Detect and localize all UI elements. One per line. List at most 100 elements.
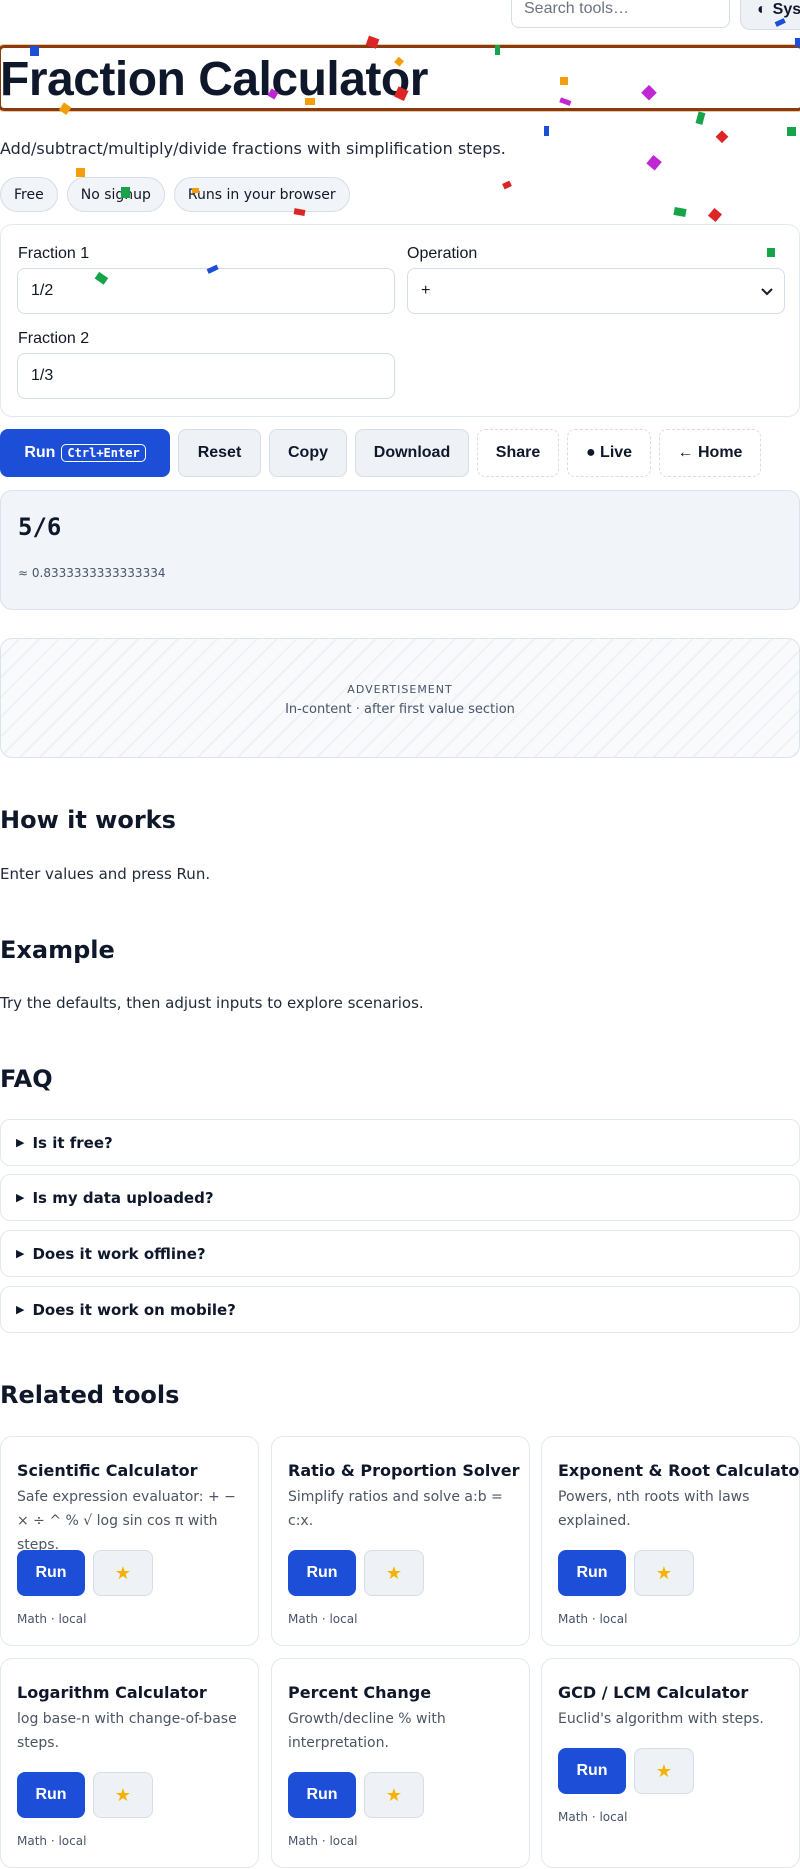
fraction2-input[interactable]: 1/3 (17, 353, 395, 399)
tool-run-button[interactable]: Run (558, 1550, 626, 1596)
tool-run-button[interactable]: Run (558, 1748, 626, 1794)
tool-run-button[interactable]: Run (17, 1550, 85, 1596)
tool-meta: Math · local (17, 1612, 87, 1626)
page-subtitle: Add/subtract/multiply/divide fractions w… (0, 139, 506, 158)
download-button[interactable]: Download (355, 429, 469, 477)
ad-label: ADVERTISEMENT (347, 683, 453, 696)
top-bar: ◐ System (0, 0, 800, 30)
faq-question: Is it free? (32, 1133, 113, 1152)
tool-title: Logarithm Calculator (17, 1683, 207, 1702)
tool-run-button[interactable]: Run (288, 1550, 356, 1596)
tool-meta: Math · local (17, 1834, 87, 1848)
tool-meta: Math · local (558, 1810, 628, 1824)
how-it-works-text: Enter values and press Run. (0, 865, 211, 883)
faq-heading: FAQ (0, 1065, 53, 1093)
half-circle-icon: ◐ (757, 1, 767, 18)
live-toggle-button[interactable]: ● Live (567, 429, 651, 477)
how-it-works-heading: How it works (0, 806, 176, 834)
faq-item[interactable]: ▶ Is my data uploaded? (0, 1174, 800, 1221)
confetti-piece (707, 207, 723, 223)
search-input[interactable] (511, 0, 730, 28)
favorite-star-button[interactable]: ★ (634, 1550, 694, 1596)
tool-title: Scientific Calculator (17, 1461, 198, 1480)
tool-description: Safe expression evaluator: + − × ÷ ^ % √… (17, 1489, 236, 1553)
operation-select[interactable]: + (407, 268, 785, 314)
example-text: Try the defaults, then adjust inputs to … (0, 994, 424, 1012)
star-icon: ★ (114, 1784, 132, 1806)
example-heading: Example (0, 936, 115, 964)
tool-title: GCD / LCM Calculator (558, 1683, 749, 1702)
faq-item[interactable]: ▶ Does it work on mobile? (0, 1286, 800, 1333)
home-button[interactable]: ← Home (659, 429, 761, 477)
confetti-piece (646, 154, 662, 171)
confetti-piece (76, 168, 85, 177)
chevron-down-icon (761, 288, 773, 296)
page-title: Fraction Calculator (0, 53, 428, 106)
confetti-piece (544, 126, 549, 136)
confetti-piece (502, 180, 512, 190)
star-icon: ★ (385, 1784, 403, 1806)
related-tool-card: Percent Change Growth/decline % with int… (271, 1658, 530, 1868)
action-toolbar: Run Ctrl+Enter Reset Copy Download Share… (0, 429, 761, 477)
tool-meta: Math · local (288, 1834, 358, 1848)
fraction1-label: Fraction 1 (18, 245, 90, 262)
tool-run-button[interactable]: Run (17, 1772, 85, 1818)
triangle-right-icon: ▶ (16, 1191, 25, 1204)
share-button[interactable]: Share (477, 429, 559, 477)
tool-description: Powers, nth roots with laws explained. (558, 1489, 750, 1529)
related-tool-card: Exponent & Root Calculator Powers, nth r… (541, 1436, 800, 1646)
result-approx: ≈ 0.8333333333333334 (18, 566, 166, 580)
star-icon: ★ (655, 1760, 673, 1782)
reset-button[interactable]: Reset (178, 429, 261, 477)
tool-title: Exponent & Root Calculator (558, 1461, 800, 1480)
result-value: 5/6 (18, 513, 62, 541)
run-button-label: Run (24, 444, 56, 461)
confetti-piece (715, 130, 729, 144)
chip-free: Free (0, 177, 58, 212)
related-tools-heading: Related tools (0, 1381, 180, 1409)
related-tool-card: GCD / LCM Calculator Euclid's algorithm … (541, 1658, 800, 1868)
fraction1-input[interactable]: 1/2 (17, 268, 395, 314)
favorite-star-button[interactable]: ★ (634, 1748, 694, 1794)
run-button[interactable]: Run Ctrl+Enter (0, 429, 170, 477)
faq-question: Does it work offline? (32, 1244, 206, 1263)
tool-description: log base-n with change-of-base steps. (17, 1711, 237, 1751)
theme-toggle-label: System (772, 1, 800, 18)
feature-chips: Free No signup Runs in your browser (0, 177, 350, 212)
related-tool-card: Logarithm Calculator log base-n with cha… (0, 1658, 259, 1868)
confetti-piece (695, 111, 706, 125)
theme-toggle-button[interactable]: ◐ System (740, 0, 800, 30)
result-panel: 5/6 ≈ 0.8333333333333334 (0, 490, 800, 610)
tool-description: Simplify ratios and solve a:b = c:x. (288, 1489, 503, 1529)
favorite-star-button[interactable]: ★ (364, 1550, 424, 1596)
confetti-piece (787, 127, 796, 136)
triangle-right-icon: ▶ (16, 1247, 25, 1260)
triangle-right-icon: ▶ (16, 1136, 25, 1149)
tool-meta: Math · local (558, 1612, 628, 1626)
calculator-form: Fraction 1 1/2 Operation + Fraction 2 1/… (0, 224, 800, 417)
chip-no-signup: No signup (66, 177, 165, 212)
operation-value: + (421, 282, 431, 299)
related-tool-card: Ratio & Proportion Solver Simplify ratio… (271, 1436, 530, 1646)
tool-description: Growth/decline % with interpretation. (288, 1711, 446, 1751)
star-icon: ★ (114, 1562, 132, 1584)
ad-description: In-content · after first value section (285, 702, 515, 717)
tool-title: Ratio & Proportion Solver (288, 1461, 520, 1480)
favorite-star-button[interactable]: ★ (364, 1772, 424, 1818)
confetti-piece (673, 207, 687, 217)
fraction1-value: 1/2 (31, 282, 54, 299)
related-tool-card: Scientific Calculator Safe expression ev… (0, 1436, 259, 1646)
operation-label: Operation (407, 245, 478, 262)
favorite-star-button[interactable]: ★ (93, 1550, 153, 1596)
faq-question: Does it work on mobile? (32, 1300, 236, 1319)
faq-item[interactable]: ▶ Is it free? (0, 1119, 800, 1166)
star-icon: ★ (385, 1562, 403, 1584)
faq-item[interactable]: ▶ Does it work offline? (0, 1230, 800, 1277)
tool-run-button[interactable]: Run (288, 1772, 356, 1818)
copy-button[interactable]: Copy (269, 429, 347, 477)
advertisement-slot: ADVERTISEMENT In-content · after first v… (0, 638, 800, 758)
favorite-star-button[interactable]: ★ (93, 1772, 153, 1818)
tool-meta: Math · local (288, 1612, 358, 1626)
tool-description: Euclid's algorithm with steps. (558, 1711, 764, 1727)
fraction2-value: 1/3 (31, 367, 54, 384)
